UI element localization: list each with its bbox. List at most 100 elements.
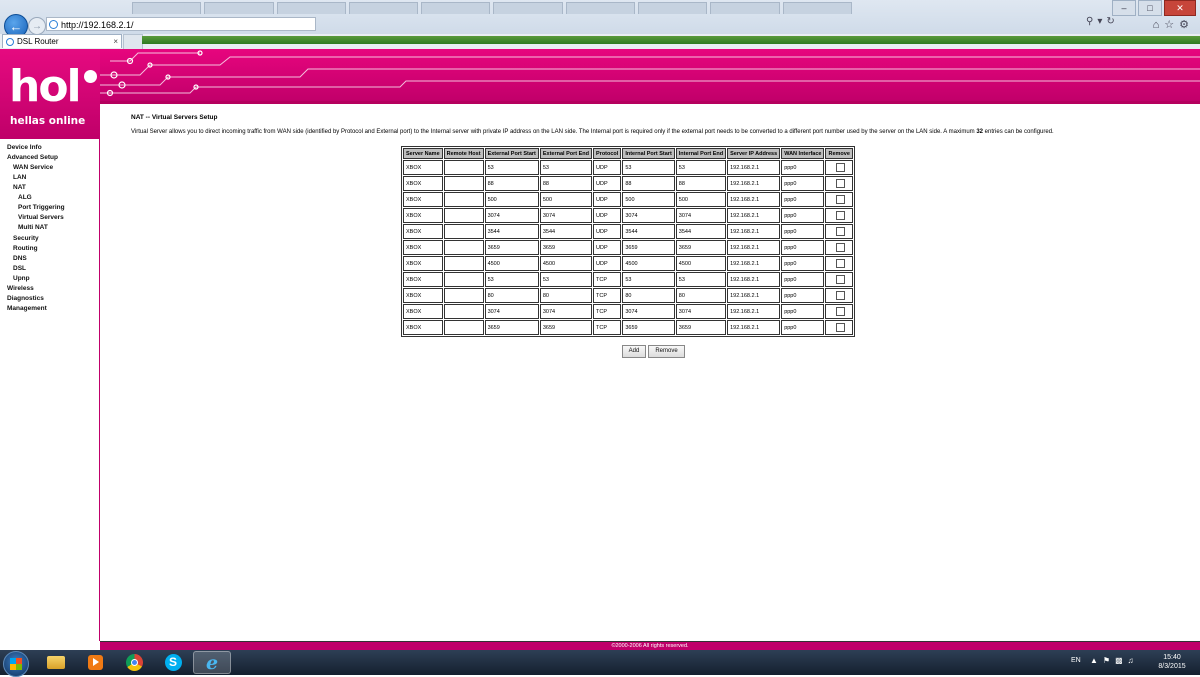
sidebar-item-management[interactable]: Management bbox=[7, 305, 47, 312]
table-cell: 3544 bbox=[622, 224, 675, 239]
refresh-icon[interactable]: ↻ bbox=[1106, 16, 1118, 27]
background-tab[interactable] bbox=[493, 2, 563, 14]
sidebar-item-dns[interactable]: DNS bbox=[13, 255, 27, 262]
address-bar[interactable]: http://192.168.2.1/ bbox=[46, 17, 316, 31]
background-tabs bbox=[132, 2, 852, 14]
remove-checkbox[interactable] bbox=[836, 307, 846, 316]
sidebar-item-alg[interactable]: ALG bbox=[18, 194, 32, 201]
remove-checkbox[interactable] bbox=[836, 163, 846, 172]
remove-checkbox[interactable] bbox=[836, 179, 846, 188]
sidebar-item-nat[interactable]: NAT bbox=[13, 184, 26, 191]
sidebar-item-routing[interactable]: Routing bbox=[13, 245, 38, 252]
background-tab[interactable] bbox=[782, 2, 852, 14]
gear-icon[interactable]: ⚙ bbox=[1179, 19, 1194, 31]
tray-expand-icon[interactable]: ▲ bbox=[1090, 656, 1103, 665]
remove-cell bbox=[825, 192, 853, 207]
table-cell: 192.168.2.1 bbox=[727, 176, 781, 191]
sidebar-item-lan[interactable]: LAN bbox=[13, 174, 26, 181]
sidebar-item-advanced-setup[interactable]: Advanced Setup bbox=[7, 154, 58, 161]
background-tab[interactable] bbox=[348, 2, 419, 14]
forward-button[interactable]: → bbox=[28, 17, 46, 35]
remove-checkbox[interactable] bbox=[836, 211, 846, 220]
table-cell: 3544 bbox=[484, 224, 539, 239]
description-tail: entries can be configured. bbox=[983, 129, 1054, 135]
sidebar-item-security[interactable]: Security bbox=[13, 235, 39, 242]
sidebar-item-device-info[interactable]: Device Info bbox=[7, 144, 42, 151]
remove-checkbox[interactable] bbox=[836, 243, 846, 252]
logo-dot bbox=[84, 70, 97, 83]
table-cell: ppp0 bbox=[781, 240, 825, 255]
remove-button[interactable]: Remove bbox=[648, 345, 685, 358]
taskbar-clock[interactable]: 15:40 8/3/2015 bbox=[1152, 653, 1192, 671]
table-cell: 53 bbox=[675, 160, 727, 175]
remove-checkbox[interactable] bbox=[836, 323, 846, 332]
banner-divider bbox=[100, 101, 1200, 104]
table-cell: 192.168.2.1 bbox=[727, 224, 781, 239]
language-indicator[interactable]: EN bbox=[1071, 657, 1081, 664]
table-cell: UDP bbox=[593, 240, 622, 255]
media-player-icon[interactable] bbox=[76, 651, 114, 674]
sidebar-item-multi-nat[interactable]: Multi NAT bbox=[18, 224, 48, 231]
background-tab[interactable] bbox=[710, 2, 780, 14]
sidebar-item-wan-service[interactable]: WAN Service bbox=[13, 164, 53, 171]
network-icon[interactable]: ▩ bbox=[1115, 656, 1128, 665]
table-cell: 4500 bbox=[539, 256, 593, 271]
active-tab[interactable]: DSL Router × bbox=[2, 34, 122, 48]
column-header: Server IP Address bbox=[727, 148, 781, 159]
table-cell: 3659 bbox=[539, 240, 593, 255]
background-tab[interactable] bbox=[204, 2, 274, 14]
remove-checkbox[interactable] bbox=[836, 275, 846, 284]
start-icon[interactable] bbox=[3, 651, 29, 677]
search-icon[interactable]: ⚲ bbox=[1086, 16, 1097, 27]
table-row: XBOX 53 53 UDP 53 53 192.168.2.1 ppp0 bbox=[403, 160, 853, 175]
table-cell: XBOX bbox=[403, 288, 443, 303]
background-tab[interactable] bbox=[276, 2, 346, 14]
ie-favicon-icon bbox=[6, 38, 14, 46]
table-cell: 80 bbox=[622, 288, 675, 303]
sidebar-item-virtual-servers[interactable]: Virtual Servers bbox=[18, 214, 64, 221]
sidebar-item-diagnostics[interactable]: Diagnostics bbox=[7, 295, 44, 302]
table-cell bbox=[443, 256, 484, 271]
column-header: External Port Start bbox=[484, 148, 539, 159]
page-description: Virtual Server allows you to direct inco… bbox=[131, 129, 1131, 135]
sidebar-item-port-triggering[interactable]: Port Triggering bbox=[18, 204, 65, 211]
sidebar-item-upnp[interactable]: Upnp bbox=[13, 275, 30, 282]
remove-cell bbox=[825, 304, 853, 319]
table-cell: 3074 bbox=[675, 304, 727, 319]
maximize-icon[interactable]: □ bbox=[1138, 0, 1162, 16]
background-tab[interactable] bbox=[421, 2, 491, 14]
explorer-icon[interactable] bbox=[37, 651, 75, 674]
remove-checkbox[interactable] bbox=[836, 227, 846, 236]
action-center-icon[interactable]: ⚑ bbox=[1103, 656, 1115, 665]
background-tab[interactable] bbox=[638, 2, 708, 14]
dropdown-icon[interactable]: ▾ bbox=[1097, 16, 1106, 27]
table-cell: XBOX bbox=[403, 224, 443, 239]
sidebar-item-wireless[interactable]: Wireless bbox=[7, 285, 34, 292]
table-row: XBOX 3659 3659 UDP 3659 3659 192.168.2.1 ppp0 bbox=[403, 240, 853, 255]
sidebar-item-dsl[interactable]: DSL bbox=[13, 265, 26, 272]
add-button[interactable]: Add bbox=[622, 345, 646, 358]
ie-icon[interactable]: e bbox=[193, 651, 231, 674]
volume-icon[interactable]: ♫ bbox=[1128, 656, 1139, 665]
home-icon[interactable]: ⌂ bbox=[1153, 19, 1165, 31]
background-tab[interactable] bbox=[565, 2, 636, 14]
table-cell: 3074 bbox=[484, 304, 539, 319]
tab-close-icon[interactable]: × bbox=[113, 35, 118, 49]
skype-icon[interactable]: S bbox=[154, 651, 192, 674]
remove-checkbox[interactable] bbox=[836, 195, 846, 204]
minimize-icon[interactable]: – bbox=[1112, 0, 1136, 16]
table-cell: 192.168.2.1 bbox=[727, 208, 781, 223]
virtual-servers-table: Server Name Remote Host External Port Star… bbox=[401, 146, 855, 337]
remove-checkbox[interactable] bbox=[836, 259, 846, 268]
close-icon[interactable]: ✕ bbox=[1164, 0, 1196, 16]
new-tab-button[interactable] bbox=[123, 34, 143, 49]
remove-checkbox[interactable] bbox=[836, 291, 846, 300]
table-cell: UDP bbox=[593, 160, 622, 175]
table-cell: 4500 bbox=[622, 256, 675, 271]
table-cell bbox=[443, 192, 484, 207]
remove-cell bbox=[825, 240, 853, 255]
table-cell: 500 bbox=[539, 192, 593, 207]
chrome-icon[interactable] bbox=[115, 651, 153, 674]
background-tab[interactable] bbox=[132, 2, 202, 14]
favorites-star-icon[interactable]: ☆ bbox=[1164, 19, 1179, 31]
